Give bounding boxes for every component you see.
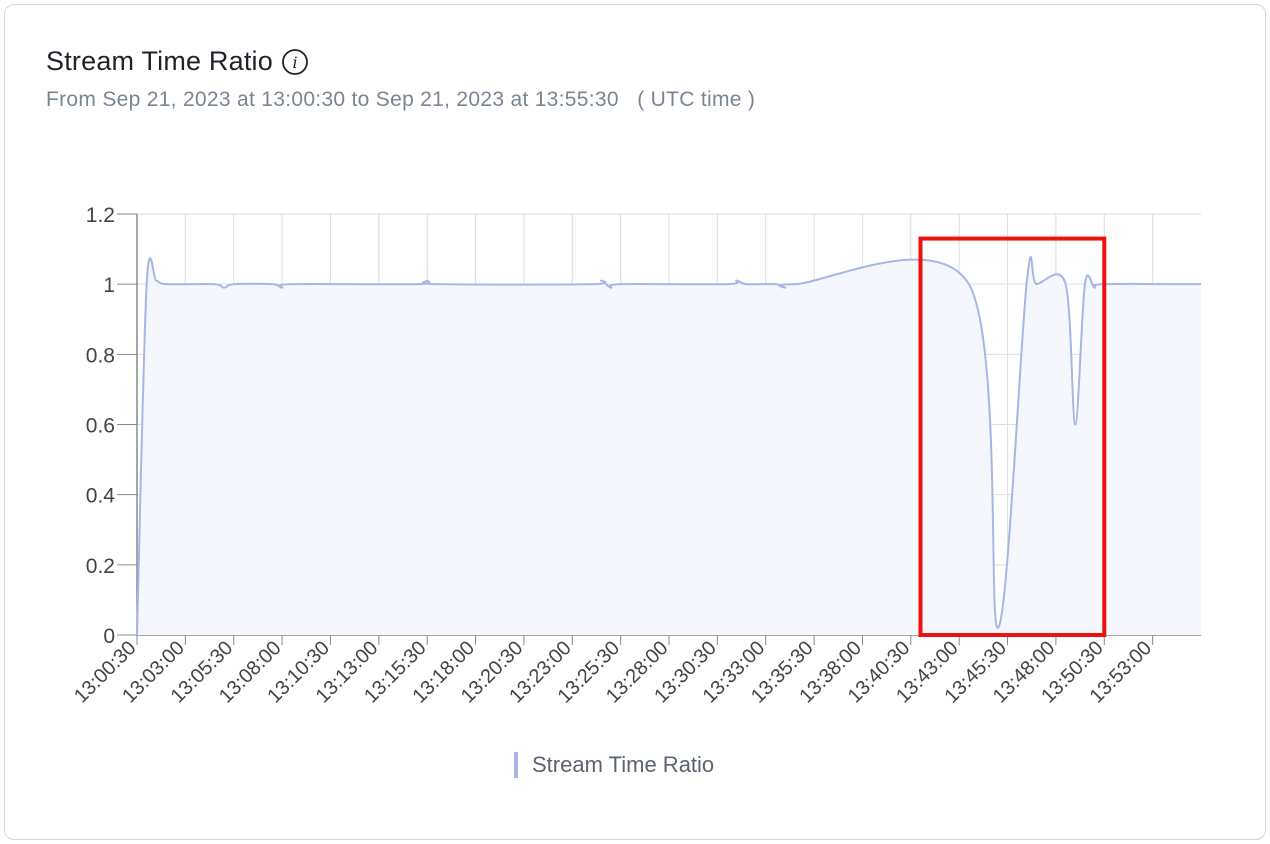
chart-legend[interactable]: Stream Time Ratio [514,752,714,778]
y-tick-label: 0 [103,625,115,648]
y-tick-label: 1.2 [86,204,115,227]
legend-label: Stream Time Ratio [532,752,715,777]
y-tick-label: 0.6 [86,415,115,438]
y-tick-label: 0.4 [86,485,116,508]
y-tick-label: 0.2 [86,555,115,578]
series-area [137,256,1201,635]
legend-swatch [514,752,518,778]
stream-time-ratio-chart: 00.20.40.60.811.213:00:3013:03:0013:05:3… [70,204,1202,708]
y-tick-label: 0.8 [86,344,115,367]
y-tick-label: 1 [103,274,115,297]
